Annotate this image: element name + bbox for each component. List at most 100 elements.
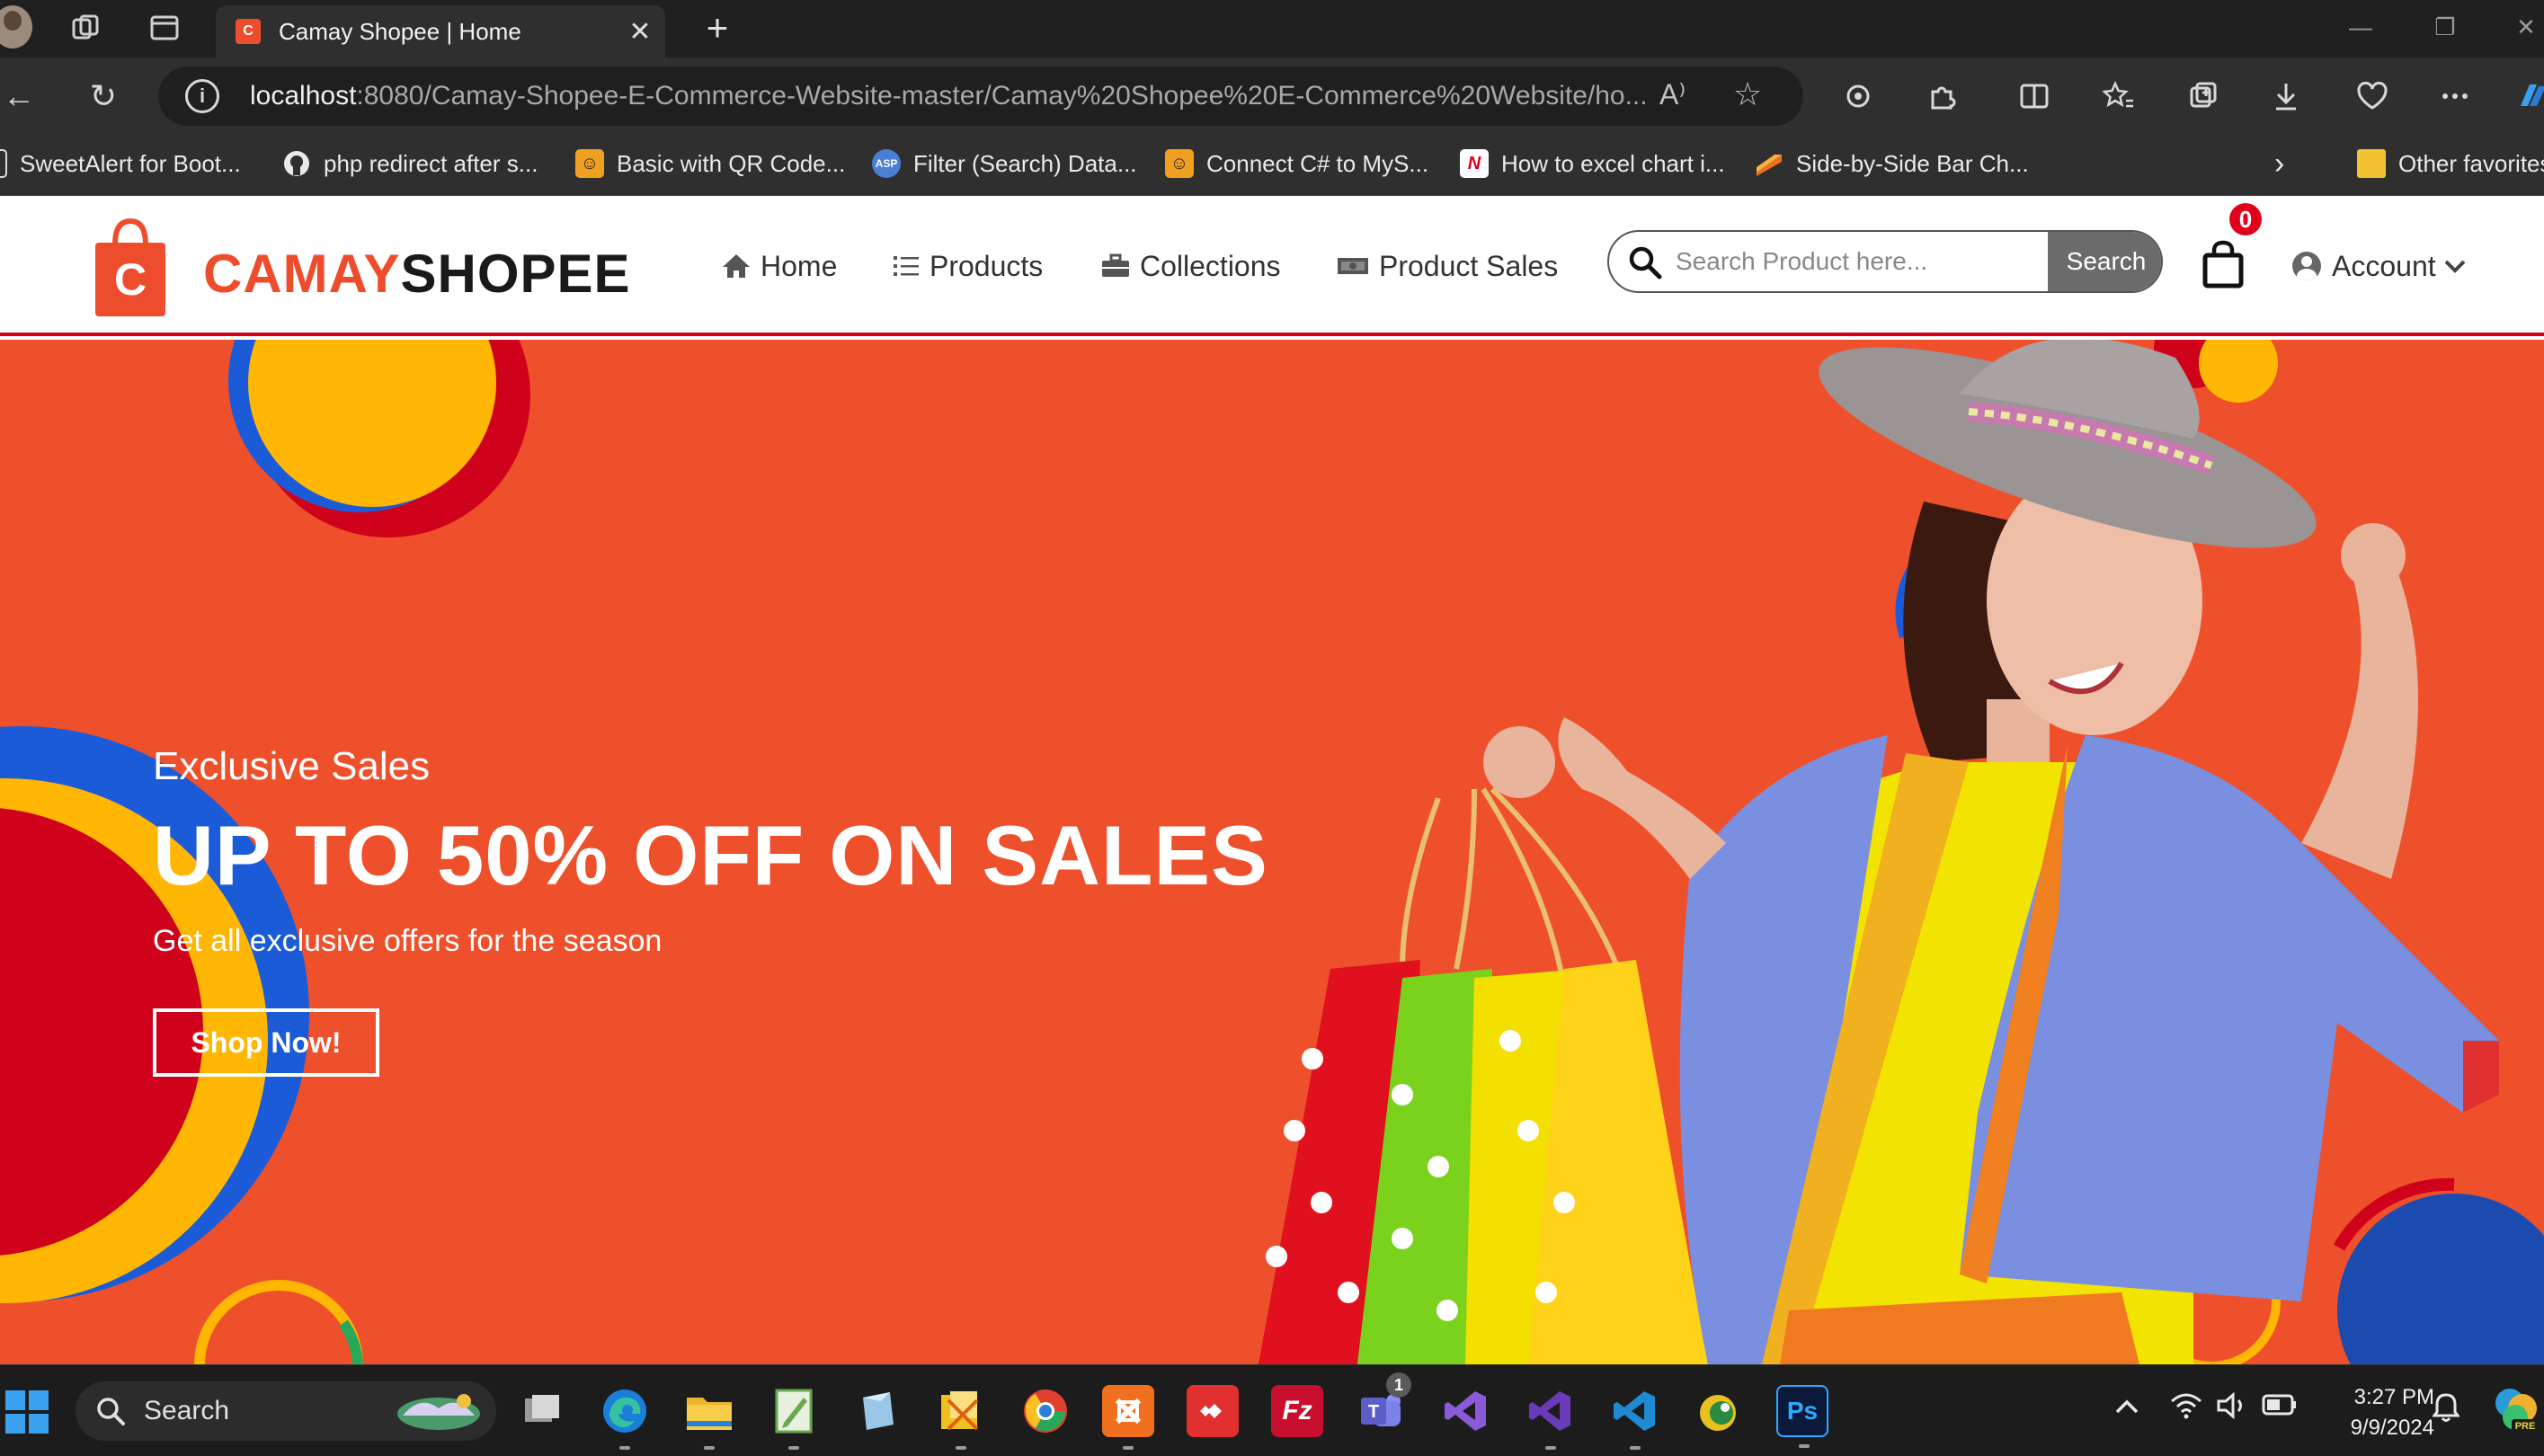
vertical-tabs-icon[interactable] (144, 7, 185, 49)
home-icon (723, 254, 750, 278)
chrome-icon[interactable] (1019, 1385, 1072, 1437)
vs-code-icon[interactable] (1609, 1385, 1661, 1450)
site-info-icon[interactable]: i (185, 79, 219, 113)
github-icon (282, 149, 311, 178)
visual-studio-icon[interactable] (1440, 1385, 1492, 1437)
collections-icon[interactable] (2181, 74, 2226, 119)
address-bar[interactable]: i localhost:8080/Camay-Shopee-E-Commerce… (158, 67, 1803, 126)
hero-banner: Exclusive Sales UP TO 50% OFF ON SALES G… (0, 340, 2544, 1364)
list-icon (894, 256, 919, 276)
virtualbox-icon[interactable] (850, 1385, 903, 1437)
notifications-bell-icon[interactable] (2432, 1392, 2460, 1430)
nav-product-sales-label: Product Sales (1379, 249, 1559, 282)
teams-icon[interactable]: T 1 (1356, 1372, 1411, 1437)
read-aloud-icon[interactable]: A⁾ (1659, 77, 1686, 111)
running-indicator (704, 1446, 715, 1450)
tab-favicon-icon: C (236, 19, 261, 44)
browser-toolbar: ← ↻ i localhost:8080/Camay-Shopee-E-Comm… (0, 58, 2544, 133)
shopping-bags-image (1259, 786, 1708, 1364)
edge-browser-icon[interactable] (599, 1385, 651, 1450)
battery-icon[interactable] (2262, 1392, 2298, 1425)
taskbar-search[interactable]: Search (76, 1381, 496, 1441)
other-favorites-label: Other favorites (2398, 149, 2544, 177)
windows-start-icon[interactable] (5, 1390, 49, 1434)
minimize-button[interactable]: — (2334, 7, 2388, 47)
add-favorite-star-icon[interactable]: ☆ (1733, 75, 1762, 113)
shopping-bag-icon[interactable] (2201, 239, 2246, 289)
svg-text:PRE: PRE (2515, 1421, 2536, 1432)
close-window-button[interactable]: ✕ (2499, 7, 2544, 47)
notepad-plus-icon[interactable] (768, 1385, 820, 1450)
bookmark-item[interactable]: Side-by-Side Bar Ch... (1755, 146, 2029, 182)
copilot-icon[interactable] (1836, 74, 1881, 119)
url-text[interactable]: localhost:8080/Camay-Shopee-E-Commerce-W… (250, 81, 1648, 111)
performance-heart-icon[interactable] (2350, 74, 2395, 119)
copilot-preview-icon[interactable]: PRE (2492, 1385, 2540, 1441)
search-icon (1629, 246, 1662, 280)
logo-camay: CAMAY (203, 244, 401, 304)
clock-date[interactable]: 9/9/2024 (2319, 1416, 2434, 1441)
bookmark-item[interactable]: ☺ Connect C# to MyS... (1165, 146, 1428, 182)
bookmark-item[interactable]: ASP Filter (Search) Data... (872, 146, 1137, 182)
windows-taskbar: Search Fz T 1 Ps 3:27 PM 9/9/2024 PRE (0, 1364, 2544, 1456)
site-logo[interactable]: CAMAYSHOPEE (203, 243, 631, 305)
folder-icon (2357, 149, 2386, 178)
favorites-icon[interactable] (2096, 74, 2141, 119)
shop-now-button[interactable]: Shop Now! (153, 1008, 379, 1077)
bookmark-item[interactable]: ☺ Basic with QR Code... (575, 146, 845, 182)
navicat-icon[interactable] (1692, 1385, 1744, 1437)
profile-avatar[interactable] (0, 5, 32, 49)
file-explorer-icon[interactable] (683, 1385, 735, 1450)
new-tab-button[interactable]: + (697, 6, 738, 49)
nav-products[interactable]: Products (892, 246, 1043, 286)
bookmark-label: Connect C# to MyS... (1206, 149, 1429, 177)
nav-home[interactable]: Home (721, 246, 837, 286)
copilot-sidebar-icon[interactable] (2510, 74, 2544, 119)
xampp-icon[interactable] (1102, 1385, 1154, 1450)
bookmark-item[interactable]: SweetAlert for Boot... (0, 146, 241, 182)
visual-studio-preview-icon[interactable] (1525, 1385, 1577, 1450)
show-hidden-icons-chevron-icon[interactable] (2114, 1392, 2139, 1423)
refresh-icon[interactable]: ↻ (81, 74, 126, 119)
account-dropdown[interactable]: Account (2292, 246, 2467, 286)
filezilla-icon[interactable]: Fz (1271, 1385, 1323, 1437)
nav-product-sales[interactable]: Product Sales (1336, 246, 1558, 286)
search-input[interactable] (1676, 232, 1999, 291)
bookmark-label: php redirect after s... (324, 149, 538, 177)
other-favorites[interactable]: Other favorites (2357, 146, 2544, 182)
search-icon (97, 1398, 125, 1425)
hero-subtitle: Get all exclusive offers for the season (153, 924, 663, 958)
restore-button[interactable]: ❐ (2418, 7, 2472, 47)
nav-collections-label: Collections (1140, 249, 1281, 282)
bookmark-item[interactable]: php redirect after s... (282, 146, 538, 182)
bookmark-item[interactable]: N How to excel chart i... (1460, 146, 1725, 182)
briefcase-icon (1102, 253, 1129, 277)
snipping-tool-icon[interactable] (935, 1385, 987, 1450)
workspaces-icon[interactable] (65, 7, 106, 49)
tab-title: Camay Shopee | Home (279, 17, 521, 45)
codeproject-icon: ☺ (1165, 149, 1194, 178)
extensions-icon[interactable] (1920, 74, 1965, 119)
task-view-icon[interactable] (516, 1385, 568, 1437)
search-button[interactable]: Search (2048, 232, 2161, 291)
downloads-icon[interactable] (2264, 74, 2308, 119)
clock-time[interactable]: 3:27 PM (2335, 1385, 2434, 1410)
anydesk-icon[interactable] (1187, 1385, 1239, 1437)
photoshop-icon[interactable]: Ps (1776, 1385, 1828, 1448)
logo-bag-icon[interactable]: C (93, 212, 167, 318)
bookmarks-more-chevron-icon[interactable]: › (2274, 146, 2284, 182)
back-arrow-icon[interactable]: ← (0, 74, 41, 119)
tab-close-icon[interactable]: ✕ (622, 13, 658, 49)
nav-collections[interactable]: Collections (1100, 246, 1281, 286)
wifi-icon[interactable] (2170, 1392, 2202, 1426)
browser-tab-active[interactable]: C Camay Shopee | Home ✕ (216, 5, 665, 58)
bookmarks-bar: SweetAlert for Boot... php redirect afte… (0, 133, 2544, 196)
product-search-form: Search (1607, 230, 2163, 293)
logo-bag-letter: C (114, 254, 147, 305)
running-indicator (1123, 1446, 1134, 1450)
volume-icon[interactable] (2217, 1391, 2249, 1426)
chevron-down-icon (2444, 260, 2466, 273)
split-screen-icon[interactable] (2012, 74, 2057, 119)
more-menu-icon[interactable] (2433, 74, 2477, 119)
account-label: Account (2332, 249, 2436, 282)
